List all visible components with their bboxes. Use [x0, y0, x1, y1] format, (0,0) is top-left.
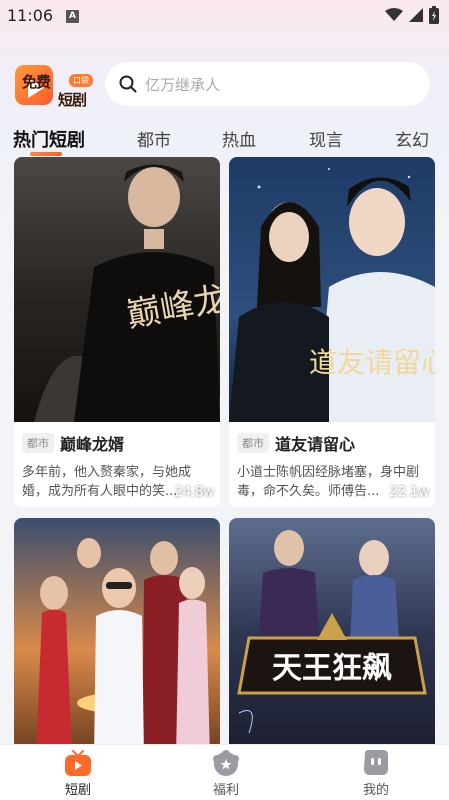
logo-text-free: 免费 [22, 73, 51, 91]
category-tabs: 热门短剧 都市 热血 现言 玄幻 [0, 122, 449, 158]
poster-title-text: 道友请留心 [309, 346, 435, 379]
poster-title-text: 天王狂飙 [272, 651, 392, 686]
poster-image: 巅峰龙婿 [14, 157, 220, 422]
search-placeholder: 亿万继承人 [145, 75, 221, 94]
card-meta: 都市 道友请留心 小道士陈帆因经脉堵塞，身中剧毒，命不久矣。师傅告... [237, 431, 427, 501]
notification-icon: A [66, 10, 79, 23]
tab-underline [30, 152, 62, 156]
nav-item-profile[interactable]: 我的 [346, 749, 406, 798]
drama-title: 道友请留心 [275, 435, 356, 454]
drama-description: 多年前，他入赘秦家，与她成婚，成为所有人眼中的笑... [22, 465, 192, 499]
battery-icon [429, 6, 439, 24]
drama-card[interactable]: 天王狂飙 [229, 518, 435, 758]
signal-icon [409, 8, 423, 22]
poster-image [14, 518, 220, 758]
logo-badge: 口袋 [69, 74, 93, 87]
tab-urban[interactable]: 都市 [137, 126, 171, 151]
tab-action[interactable]: 热血 [222, 126, 256, 151]
search-bar[interactable]: 亿万继承人 [105, 62, 430, 106]
gift-icon [211, 749, 241, 777]
wifi-icon [385, 8, 403, 21]
drama-card[interactable]: 道友请留心 22.1w 都市道友请留心 小道士陈帆因经脉堵塞，身中剧毒，命不久矣… [229, 157, 435, 507]
nav-item-welfare[interactable]: 福利 [196, 749, 256, 798]
card-meta: 都市 巅峰龙婿 多年前，他入赘秦家，与她成婚，成为所有人眼中的笑... [22, 431, 212, 501]
genre-tag: 都市 [22, 433, 54, 453]
drama-title: 巅峰龙婿 [60, 435, 125, 454]
tv-icon [63, 749, 93, 777]
poster-image: 天王狂飙 [229, 518, 435, 758]
drama-description: 小道士陈帆因经脉堵塞，身中剧毒，命不久矣。师傅告... [237, 465, 420, 499]
nav-label-welfare: 福利 [212, 783, 239, 798]
status-time: 11:06 [7, 6, 54, 25]
status-bar: 11:06 A [0, 0, 449, 32]
nav-label-drama: 短剧 [64, 783, 91, 798]
profile-icon [361, 749, 391, 777]
poster-image: 道友请留心 [229, 157, 435, 422]
tab-romance[interactable]: 现言 [309, 126, 343, 151]
tab-hot[interactable]: 热门短剧 [13, 126, 85, 152]
drama-card[interactable] [14, 518, 220, 758]
search-icon [119, 75, 137, 93]
drama-card[interactable]: 巅峰龙婿 24.8w 都市 巅峰龙婿 多年前，他入赘秦家，与她成婚，成为所有人眼中… [14, 157, 220, 507]
logo-text-drama: 短剧 [58, 91, 87, 109]
nav-item-drama[interactable]: 短剧 [48, 749, 108, 798]
nav-label-profile: 我的 [362, 783, 389, 798]
bottom-nav: 短剧 福利 我的 [0, 744, 449, 800]
genre-tag: 都市 [237, 433, 269, 453]
status-indicators [385, 6, 439, 24]
app-logo: 免费 口袋 短剧 [15, 62, 97, 110]
tab-fantasy[interactable]: 玄幻 [395, 126, 429, 151]
header: 免费 口袋 短剧 亿万继承人 [0, 58, 449, 112]
